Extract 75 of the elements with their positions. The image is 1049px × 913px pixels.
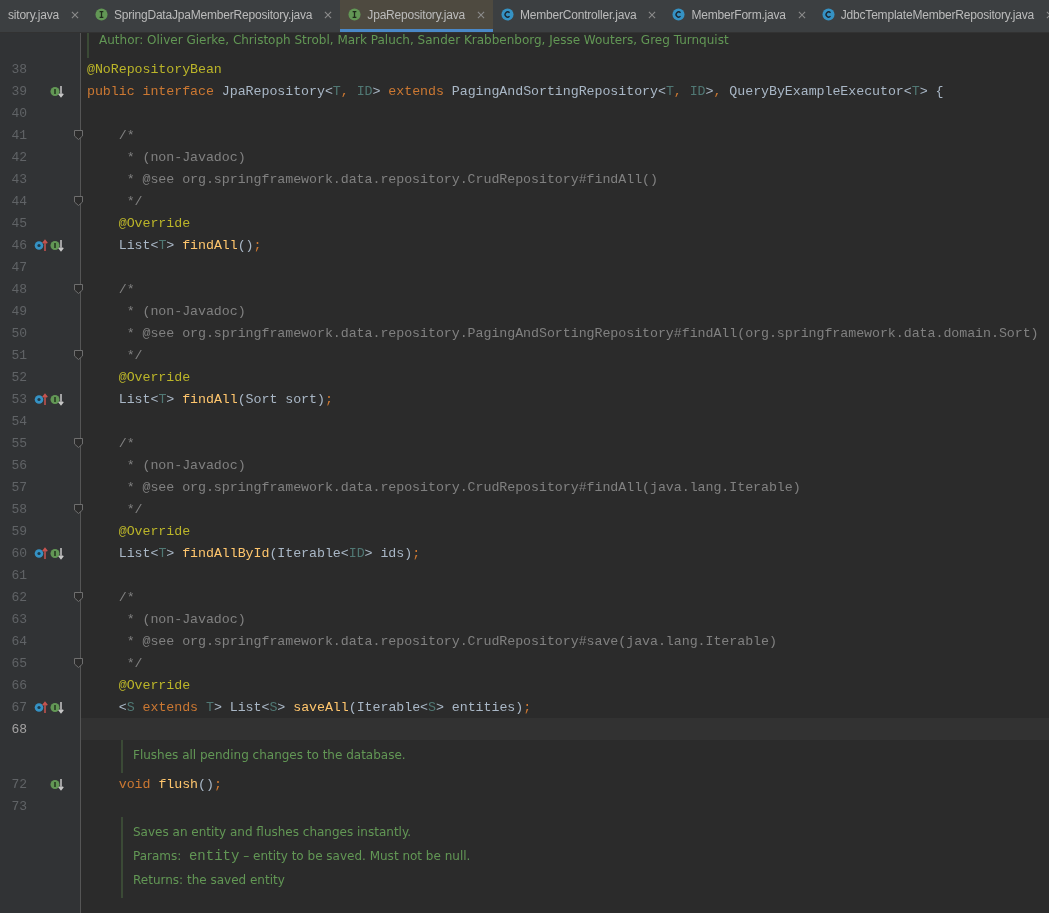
code-text: /*: [117, 589, 135, 605]
doc-text: Flushes all pending changes to the database.: [133, 748, 406, 762]
code-text: /*: [117, 127, 135, 143]
code-text: * @see org.springframework.data.repository.PagingAndSortingRepository#findAll(org.springframework.data.domain.Sort): [125, 325, 1039, 341]
code-text: @Override: [117, 523, 191, 539]
close-icon[interactable]: [70, 10, 79, 19]
line-number: 68: [10, 721, 27, 737]
fold-icon[interactable]: [74, 350, 83, 360]
doc-text: Returns: the saved entity: [133, 873, 285, 887]
code-text: /*: [117, 435, 135, 451]
code-text: List<T> findAll(Sort sort);: [117, 391, 333, 407]
overrides-method-icon[interactable]: [34, 546, 48, 560]
code-text: */: [125, 655, 143, 671]
code-text: public interface JpaRepository<T, ID> extends PagingAndSortingRepository<T, ID>, QueryByExampleExecutor<T> {: [87, 83, 944, 99]
interface-file-icon: [94, 8, 108, 21]
implemented-method-icon[interactable]: [50, 84, 64, 98]
doc-label: Params:: [133, 849, 183, 863]
tab-label: JpaRepository.java: [367, 7, 465, 22]
editor-tab[interactable]: MemberForm.java: [664, 0, 814, 32]
code-text: * (non-Javadoc): [125, 303, 246, 319]
code-text: @Override: [117, 677, 191, 693]
tab-label: MemberController.java: [519, 7, 637, 22]
overrides-method-icon[interactable]: [34, 238, 48, 252]
fold-icon[interactable]: [74, 658, 83, 668]
fold-icon[interactable]: [74, 592, 83, 602]
code-text: @Override: [117, 369, 191, 385]
editor-tab[interactable]: MemberController.java: [492, 0, 665, 32]
code-text: List<T> findAllById(Iterable<ID> ids);: [117, 545, 421, 561]
editor-tab[interactable]: SpringDataJpaMemberRepository.java: [86, 0, 341, 32]
code-text: * @see org.springframework.data.repository.CrudRepository#findAll(java.lang.Iterable): [125, 479, 801, 495]
tab-label: SpringDataJpaMemberRepository.java: [113, 7, 313, 22]
editor-tab[interactable]: JpaRepository.java: [340, 0, 493, 32]
close-icon[interactable]: [324, 10, 333, 19]
overrides-method-icon[interactable]: [34, 392, 48, 406]
code-text: */: [125, 501, 143, 517]
param-name: entity: [188, 848, 240, 864]
editor-tab[interactable]: JdbcTemplateMemberRepository.java: [813, 0, 1049, 32]
implemented-method-icon[interactable]: [50, 546, 64, 560]
doc-text: Author: Oliver Gierke, Christoph Strobl, Mark Paluch, Sander Krabbenborg, Jesse Wouters, Greg Turnquist: [99, 33, 729, 47]
implemented-method-icon[interactable]: [50, 238, 64, 252]
code-text: * (non-Javadoc): [125, 611, 246, 627]
close-icon[interactable]: [797, 10, 806, 19]
code-text: */: [125, 193, 143, 209]
fold-icon[interactable]: [74, 438, 83, 448]
fold-icon[interactable]: [74, 504, 83, 514]
code-text: @Override: [117, 215, 191, 231]
implemented-method-icon[interactable]: [50, 392, 64, 406]
code-text: void flush();: [117, 776, 222, 792]
code-text: * @see org.springframework.data.repository.CrudRepository#save(java.lang.Iterable): [125, 633, 777, 649]
interface-file-icon: [348, 8, 362, 21]
code-text: /*: [117, 281, 135, 297]
code-text: * (non-Javadoc): [125, 149, 246, 165]
code-text: @NoRepositoryBean: [87, 61, 222, 77]
class-file-icon: [672, 8, 686, 21]
close-icon[interactable]: [476, 10, 485, 19]
code-text: List<T> findAll();: [117, 237, 262, 253]
fold-icon[interactable]: [74, 130, 83, 140]
doc-text: – entity to be saved. Must not be null.: [242, 849, 471, 863]
code-text: * @see org.springframework.data.repository.CrudRepository#findAll(): [125, 171, 658, 187]
close-icon[interactable]: [648, 10, 657, 19]
implemented-method-icon[interactable]: [50, 700, 64, 714]
code-text: * (non-Javadoc): [125, 457, 246, 473]
tab-label: MemberForm.java: [691, 7, 786, 22]
tab-label: sitory.java: [8, 7, 59, 22]
fold-icon[interactable]: [74, 196, 83, 206]
code-text: */: [125, 347, 143, 363]
code-text: <S extends T> List<S> saveAll(Iterable<S> entities);: [117, 699, 532, 715]
tab-label: JdbcTemplateMemberRepository.java: [840, 7, 1035, 22]
implemented-method-icon[interactable]: [50, 777, 64, 791]
class-file-icon: [821, 8, 835, 21]
class-file-icon: [500, 8, 514, 21]
editor-tab[interactable]: sitory.java: [0, 0, 87, 32]
fold-icon[interactable]: [74, 284, 83, 294]
overrides-method-icon[interactable]: [34, 700, 48, 714]
doc-text: Saves an entity and flushes changes instantly.: [133, 825, 412, 839]
